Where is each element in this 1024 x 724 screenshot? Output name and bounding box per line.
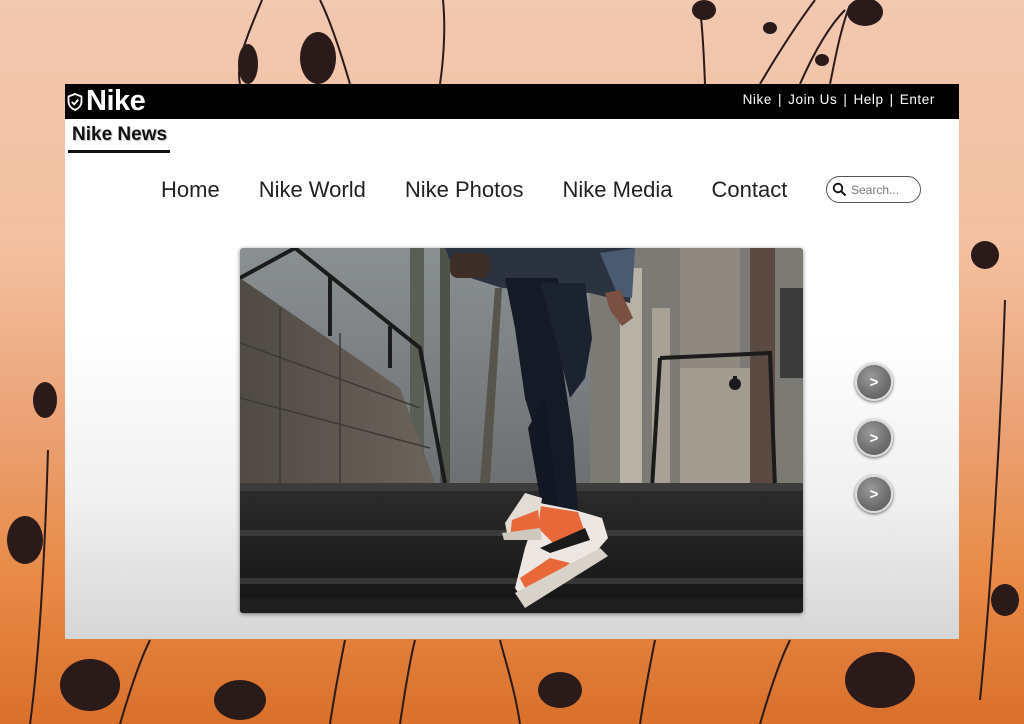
- main-nav: Home Nike World Nike Photos Nike Media C…: [161, 177, 787, 203]
- slider-image: [240, 248, 803, 613]
- search-input[interactable]: [851, 182, 919, 197]
- nav-nike-photos[interactable]: Nike Photos: [405, 177, 524, 203]
- top-link-separator: |: [778, 92, 783, 107]
- top-bar: Nike Nike | Join Us | Help | Enter: [65, 84, 959, 119]
- top-link-separator: |: [889, 92, 894, 107]
- search-icon: [832, 182, 847, 197]
- nav-nike-world[interactable]: Nike World: [259, 177, 366, 203]
- slider-next-button-3[interactable]: >: [855, 475, 893, 513]
- top-link-help[interactable]: Help: [853, 92, 883, 107]
- top-link-join-us[interactable]: Join Us: [788, 92, 837, 107]
- slider-next-button-1[interactable]: >: [855, 363, 893, 401]
- shield-check-icon: [67, 92, 83, 111]
- main-panel: Nike Nike | Join Us | Help | Enter Nike …: [65, 84, 959, 639]
- sneaker-photo: [240, 248, 803, 613]
- nav-nike-media[interactable]: Nike Media: [563, 177, 673, 203]
- top-link-enter[interactable]: Enter: [900, 92, 935, 107]
- brand-name: Nike: [86, 85, 146, 117]
- top-link-separator: |: [843, 92, 848, 107]
- nav-contact[interactable]: Contact: [712, 177, 788, 203]
- slider-next-button-2[interactable]: >: [855, 419, 893, 457]
- top-link-nike[interactable]: Nike: [743, 92, 772, 107]
- section-title-underline: [68, 150, 170, 153]
- nav-home[interactable]: Home: [161, 177, 220, 203]
- top-links: Nike | Join Us | Help | Enter: [743, 92, 935, 107]
- section-title: Nike News: [72, 124, 168, 145]
- brand-logo[interactable]: Nike: [67, 85, 146, 117]
- search-box[interactable]: [826, 176, 921, 203]
